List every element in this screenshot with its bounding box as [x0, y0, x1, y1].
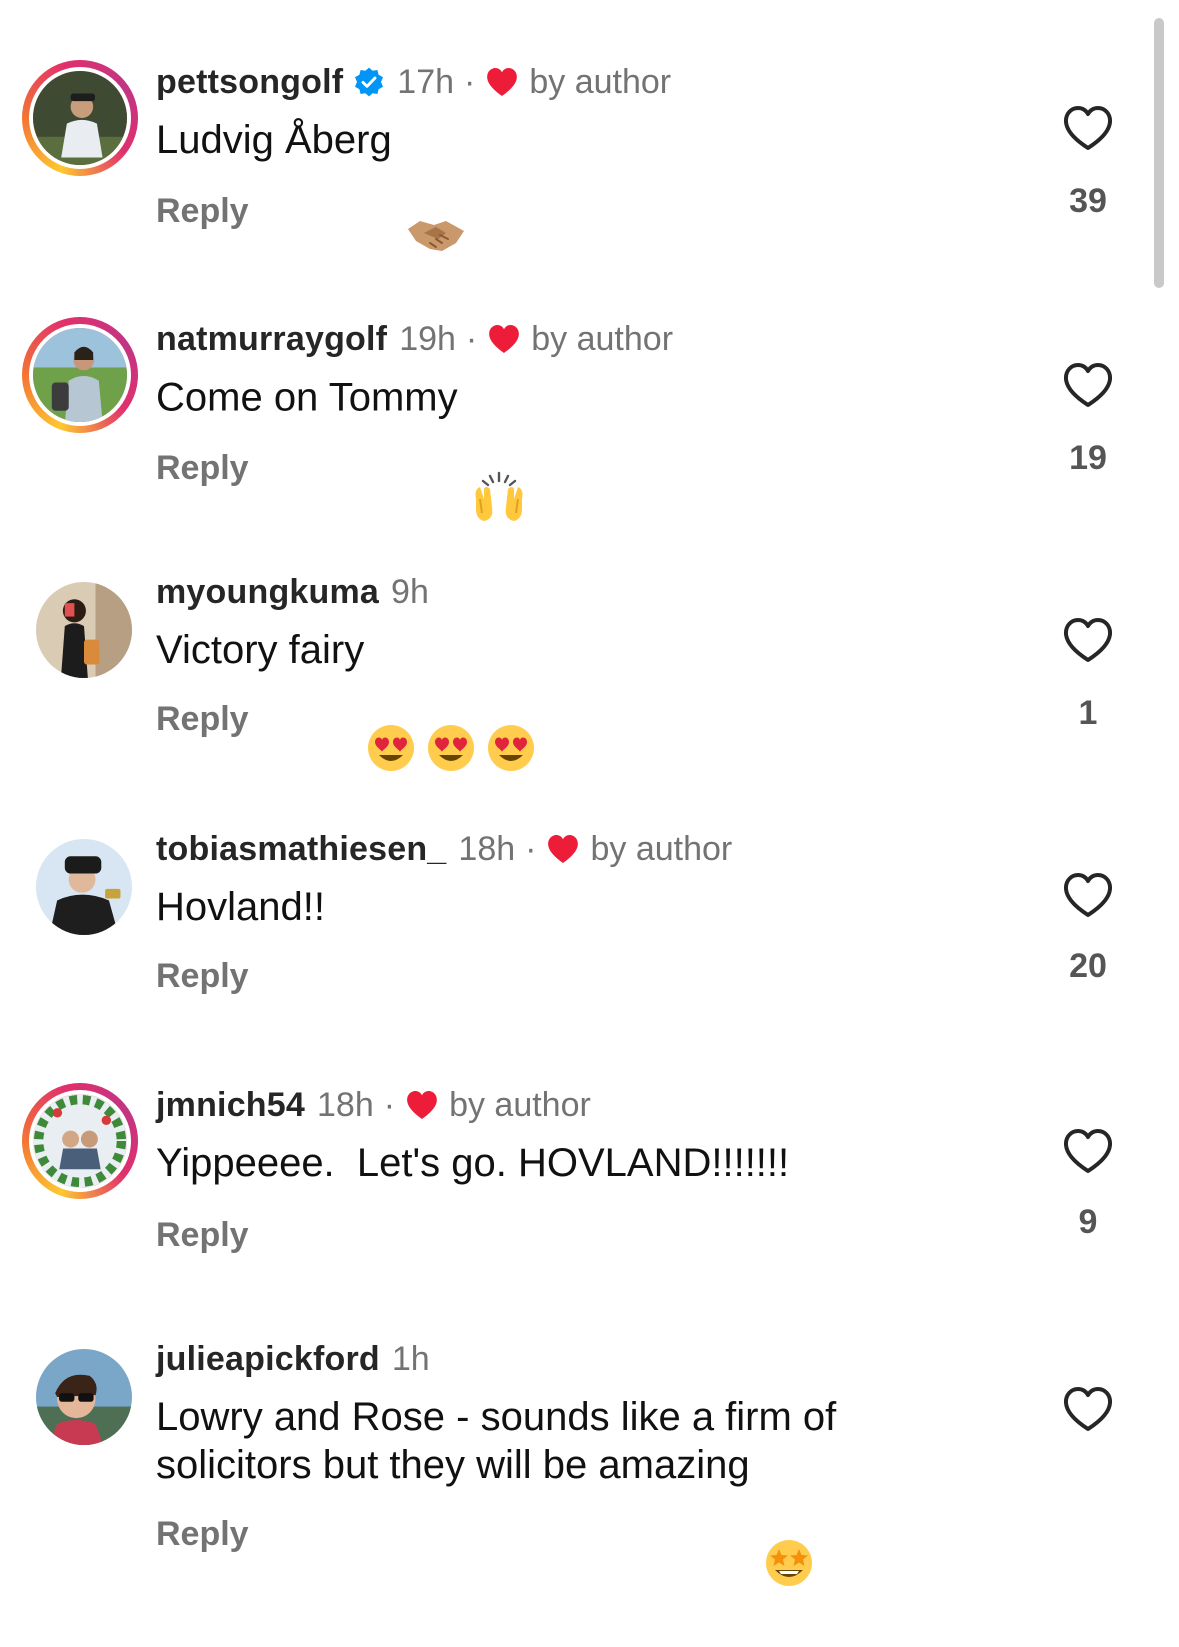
avatar[interactable] [22, 1337, 138, 1453]
comment-meta: myoungkuma 9h [156, 570, 429, 614]
comment-text: Hovland!! [156, 883, 936, 931]
avatar-image [29, 67, 131, 169]
comment-body: Yippeeee. Let's go. HOVLAND!!!!!!! [156, 1141, 790, 1185]
separator-dot: · [383, 1085, 396, 1124]
avatar-image [36, 1349, 132, 1445]
scrollbar[interactable] [1154, 18, 1164, 288]
comment-time: 19h [399, 319, 456, 358]
verified-badge-icon [353, 66, 385, 98]
author-heart-icon [485, 66, 519, 98]
handshake-icon [406, 117, 466, 252]
comment-body: Victory fairy [156, 628, 365, 672]
avatar[interactable] [22, 827, 138, 943]
avatar[interactable] [22, 317, 138, 433]
comment-time: 17h [397, 62, 455, 101]
reply-button[interactable]: Reply [156, 1216, 249, 1255]
avatar[interactable] [22, 1083, 138, 1199]
reply-button[interactable]: Reply [156, 957, 249, 996]
comment-meta: tobiasmathiesen_ 18h · by author [156, 827, 732, 871]
username[interactable]: natmurraygolf [156, 320, 387, 359]
by-author-label: by author [590, 829, 733, 868]
comment-meta: natmurraygolf 19h · by author [156, 317, 673, 361]
by-author-label: by author [449, 1085, 591, 1124]
avatar-photo-icon [36, 582, 132, 678]
heart-eyes-icon [486, 627, 536, 772]
avatar-photo-icon [36, 839, 132, 935]
comment-text: Come on Tommy [156, 373, 936, 521]
comment-meta: jmnich54 18h · by author [156, 1083, 591, 1127]
avatar-image [29, 324, 131, 426]
by-author-label: by author [531, 319, 674, 358]
comment-text: Ludvig Åberg [156, 116, 936, 252]
comment-time: 18h [317, 1085, 374, 1124]
separator-dot: · [464, 62, 476, 101]
avatar-photo-icon [33, 328, 127, 422]
comment-time: 9h [391, 572, 429, 611]
like-count: 39 [1069, 182, 1107, 220]
username[interactable]: pettsongolf [156, 63, 343, 102]
author-heart-icon [487, 323, 521, 355]
like-count: 1 [1078, 694, 1098, 732]
author-heart-icon [546, 833, 580, 865]
avatar-photo-icon [33, 71, 127, 165]
reply-button[interactable]: Reply [156, 1515, 249, 1554]
comment-body: Hovland!! [156, 885, 325, 929]
avatar-image [36, 839, 132, 935]
reply-button[interactable]: Reply [156, 192, 249, 231]
comment-text: Lowry and Rose - sounds like a firm of s… [156, 1393, 916, 1587]
raising-hands-icon [470, 373, 528, 521]
comment-meta: pettsongolf 17h · by author [156, 60, 671, 104]
avatar-photo-icon [33, 1094, 127, 1188]
comment-text: Victory fairy [156, 626, 936, 772]
like-count: 9 [1078, 1203, 1098, 1241]
avatar-image [29, 1090, 131, 1192]
username[interactable]: jmnich54 [156, 1086, 305, 1125]
like-heart-icon[interactable] [1062, 1385, 1114, 1433]
comment-body: Come on Tommy [156, 375, 458, 420]
reply-button[interactable]: Reply [156, 449, 249, 488]
comment-body: Lowry and Rose - sounds like a firm of s… [156, 1395, 848, 1487]
comment-body: Ludvig Åberg [156, 118, 392, 162]
comment-time: 18h [458, 829, 516, 868]
like-heart-icon[interactable] [1062, 616, 1114, 664]
comment-time: 1h [391, 1339, 430, 1378]
like-heart-icon[interactable] [1062, 1127, 1114, 1175]
like-heart-icon[interactable] [1062, 104, 1114, 152]
star-struck-icon [764, 1442, 814, 1587]
comment-meta: julieapickford 1h [156, 1337, 430, 1381]
like-heart-icon[interactable] [1062, 361, 1114, 409]
separator-dot: · [465, 319, 478, 358]
by-author-label: by author [529, 62, 672, 101]
username[interactable]: myoungkuma [156, 573, 379, 612]
reply-button[interactable]: Reply [156, 700, 249, 739]
like-heart-icon[interactable] [1062, 871, 1114, 919]
avatar-image [36, 582, 132, 678]
heart-eyes-icon [426, 627, 476, 772]
author-heart-icon [405, 1089, 439, 1121]
username[interactable]: julieapickford [156, 1340, 380, 1379]
username[interactable]: tobiasmathiesen_ [156, 830, 446, 869]
heart-eyes-icon [366, 627, 416, 772]
separator-dot: · [525, 829, 537, 868]
comment-text: Yippeeee. Let's go. HOVLAND!!!!!!! [156, 1139, 936, 1187]
avatar[interactable] [22, 60, 138, 176]
avatar[interactable] [22, 570, 138, 686]
avatar-photo-icon [36, 1349, 132, 1445]
like-count: 20 [1069, 947, 1107, 985]
like-count: 19 [1069, 439, 1107, 477]
